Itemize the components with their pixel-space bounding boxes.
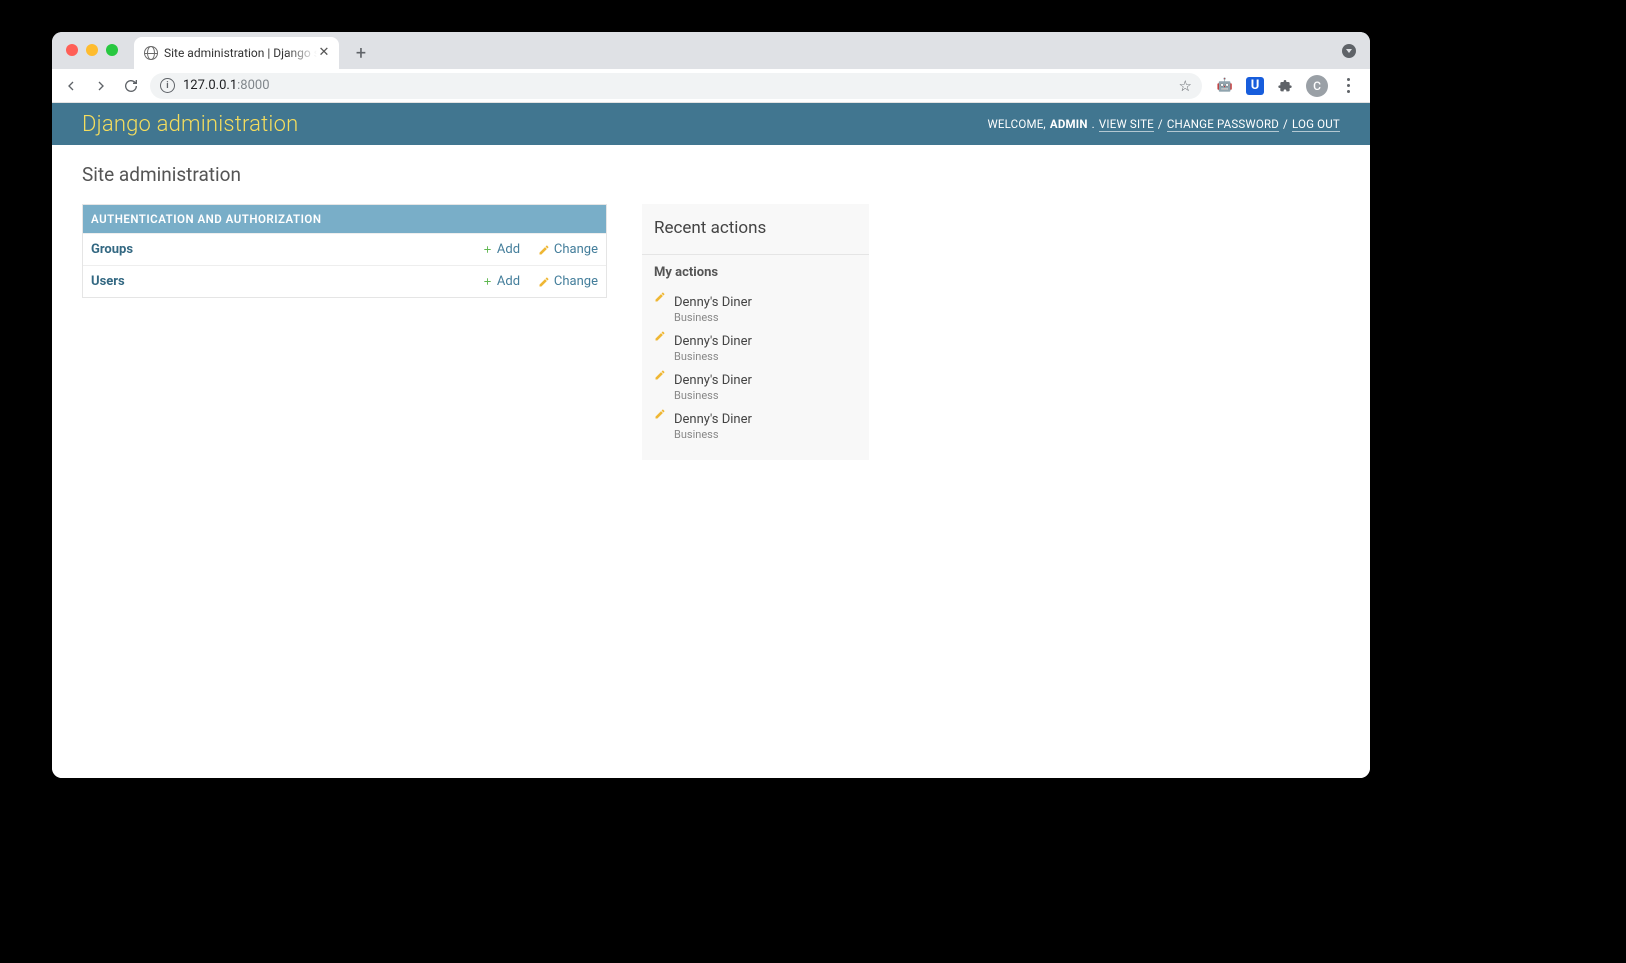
action-item: Denny's Diner Business [654,325,857,364]
pencil-icon [654,291,666,303]
window-controls [66,44,118,56]
plus-icon [482,276,493,287]
django-header: Django administration WELCOME, ADMIN . V… [52,103,1370,145]
user-tools: WELCOME, ADMIN . VIEW SITE / CHANGE PASS… [987,117,1340,132]
minimize-window-button[interactable] [86,44,98,56]
browser-menu-button[interactable] [1340,78,1356,93]
app-caption[interactable]: AUTHENTICATION AND AUTHORIZATION [83,205,606,233]
browser-toolbar: i 127.0.0.1:8000 ☆ 🤖 U C [52,69,1370,103]
pencil-icon [538,276,550,288]
close-tab-button[interactable]: ✕ [317,46,331,60]
username: ADMIN [1050,117,1088,131]
recent-actions-title: Recent actions [654,218,857,238]
action-type: Business [674,310,857,324]
browser-window: Site administration | Django site ✕ + i … [52,32,1370,778]
add-groups-link[interactable]: Add [482,242,538,257]
bookmark-star-icon[interactable]: ☆ [1179,77,1192,95]
action-link[interactable]: Denny's Diner [674,334,752,349]
action-link[interactable]: Denny's Diner [674,373,752,388]
action-type: Business [674,427,857,441]
globe-icon [144,46,158,60]
tab-title: Site administration | Django site [164,46,317,60]
profile-avatar[interactable]: C [1306,75,1328,97]
recent-actions-module: Recent actions My actions Denny's Diner … [642,204,869,460]
forward-button[interactable] [90,75,112,97]
action-link[interactable]: Denny's Diner [674,295,752,310]
new-tab-button[interactable]: + [347,39,375,67]
my-actions-title: My actions [654,265,857,280]
plus-icon [482,244,493,255]
browser-tab[interactable]: Site administration | Django site ✕ [134,37,339,69]
welcome-label: WELCOME, [987,117,1045,131]
log-out-link[interactable]: LOG OUT [1292,117,1340,132]
back-button[interactable] [60,75,82,97]
divider [642,254,869,255]
extensions-puzzle-icon[interactable] [1276,77,1294,95]
page: Django administration WELCOME, ADMIN . V… [52,103,1370,778]
address-bar[interactable]: i 127.0.0.1:8000 ☆ [150,73,1202,99]
site-title: Django administration [82,112,298,137]
tab-strip: Site administration | Django site ✕ + [52,32,1370,69]
site-info-icon[interactable]: i [160,78,175,93]
action-type: Business [674,388,857,402]
pencil-icon [654,408,666,420]
toolbar-right: 🤖 U C [1210,75,1362,97]
action-item: Denny's Diner Business [654,286,857,325]
pencil-icon [538,244,550,256]
model-row-groups: Groups Add Change [83,233,606,265]
change-groups-link[interactable]: Change [538,242,598,257]
pencil-icon [654,330,666,342]
maximize-window-button[interactable] [106,44,118,56]
extension-robot-icon[interactable]: 🤖 [1216,77,1234,95]
model-link-groups[interactable]: Groups [91,242,482,257]
model-link-users[interactable]: Users [91,274,482,289]
action-item: Denny's Diner Business [654,403,857,442]
view-site-link[interactable]: VIEW SITE [1099,117,1154,132]
page-title: Site administration [82,163,869,186]
content: Site administration AUTHENTICATION AND A… [52,145,1370,478]
url-text: 127.0.0.1:8000 [183,78,270,93]
tabs-dropdown-button[interactable] [1342,44,1356,58]
close-window-button[interactable] [66,44,78,56]
extension-bitwarden-icon[interactable]: U [1246,77,1264,95]
action-list: Denny's Diner Business Denny's Diner Bus… [654,286,857,442]
action-item: Denny's Diner Business [654,364,857,403]
action-link[interactable]: Denny's Diner [674,412,752,427]
app-module-auth: AUTHENTICATION AND AUTHORIZATION Groups … [82,204,607,298]
change-users-link[interactable]: Change [538,274,598,289]
model-row-users: Users Add Change [83,265,606,297]
reload-button[interactable] [120,75,142,97]
add-users-link[interactable]: Add [482,274,538,289]
pencil-icon [654,369,666,381]
change-password-link[interactable]: CHANGE PASSWORD [1167,117,1279,132]
action-type: Business [674,349,857,363]
